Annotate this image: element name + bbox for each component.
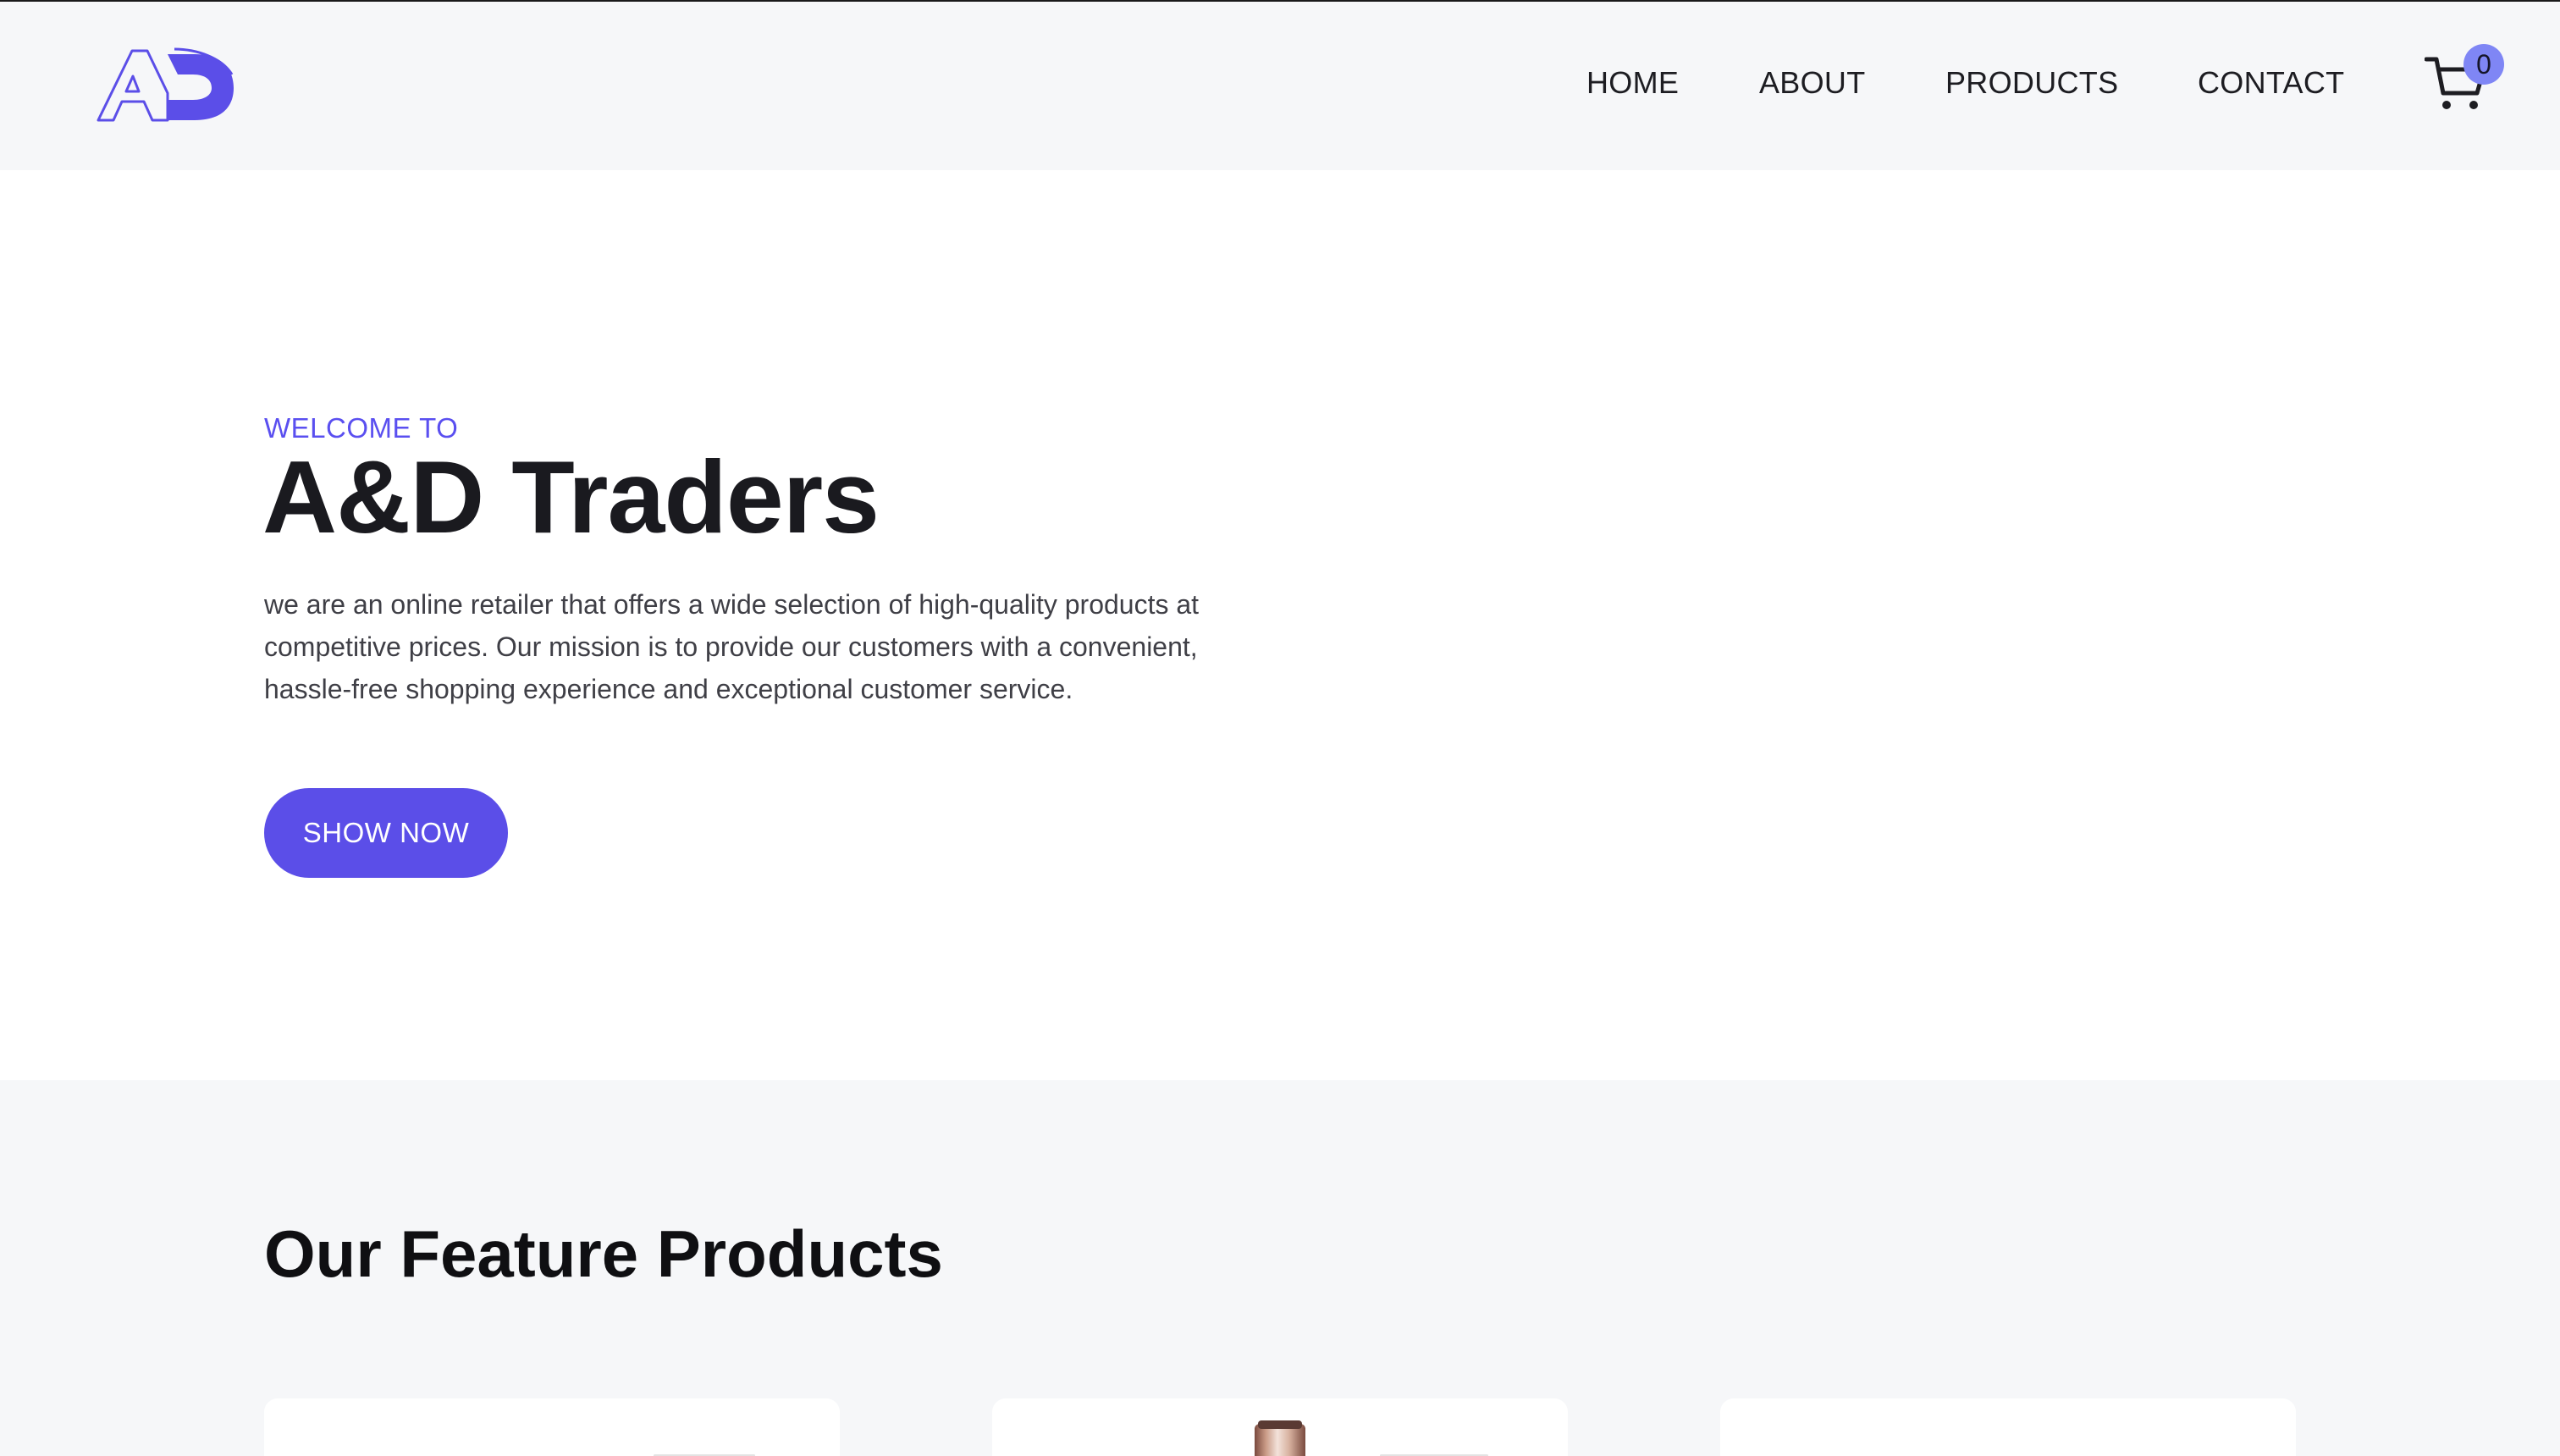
featured-products-section: Our Feature Products [0,1080,2560,1456]
featured-title: Our Feature Products [264,1216,943,1291]
main-nav: HOME ABOUT PRODUCTS CONTACT [0,2,2560,170]
product-card[interactable] [264,1398,840,1456]
perfume-bottle-image [1255,1420,1305,1456]
nav-link-about[interactable]: ABOUT [1759,64,1866,102]
product-card[interactable] [992,1398,1568,1456]
hero-section: WELCOME TO A&D Traders we are an online … [0,170,2560,1080]
hero-title: A&D Traders [262,439,880,554]
nav-link-contact[interactable]: CONTACT [2198,64,2344,102]
hero-description: we are an online retailer that offers a … [264,589,1200,704]
page: HOME ABOUT PRODUCTS CONTACT 0 WELCOME TO… [0,0,2560,1456]
cart-button[interactable]: 0 [2421,44,2506,120]
nav-link-home[interactable]: HOME [1586,64,1679,102]
product-card[interactable] [1720,1398,2296,1456]
nav-link-products[interactable]: PRODUCTS [1945,64,2118,102]
show-now-button[interactable]: SHOW NOW [264,788,508,878]
site-header: HOME ABOUT PRODUCTS CONTACT 0 [0,2,2560,170]
cart-count-badge: 0 [2463,44,2504,85]
